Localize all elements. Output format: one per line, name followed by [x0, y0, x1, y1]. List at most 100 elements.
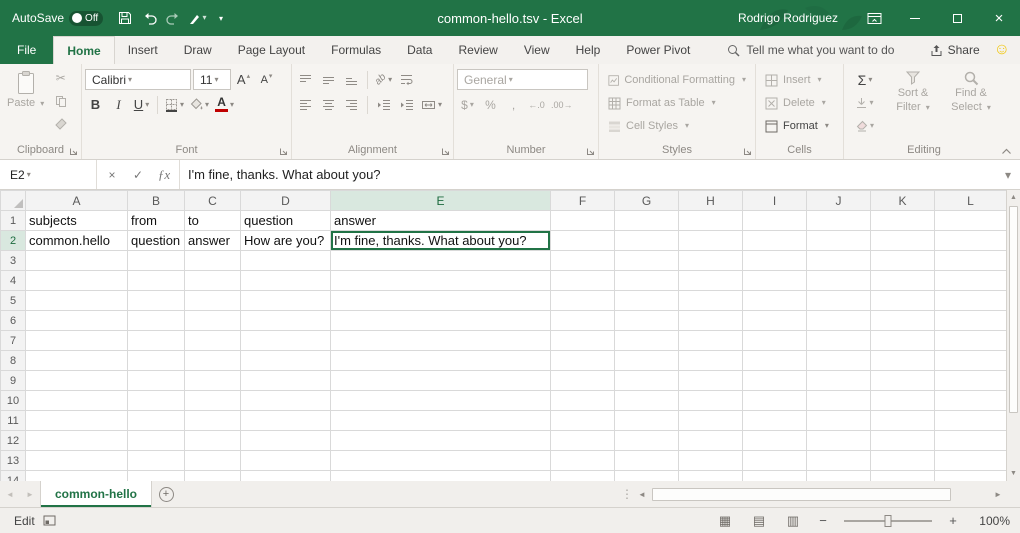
- user-name[interactable]: Rodrigo Rodriguez: [738, 11, 838, 25]
- row-header-7[interactable]: 7: [1, 331, 26, 351]
- cell-C2[interactable]: answer: [185, 231, 241, 251]
- cell-H3[interactable]: [679, 251, 743, 271]
- cell-F10[interactable]: [551, 391, 615, 411]
- formula-bar-expand-button[interactable]: ▾: [996, 160, 1020, 189]
- row-header-14[interactable]: 14: [1, 471, 26, 482]
- cell-G9[interactable]: [615, 371, 679, 391]
- collapse-ribbon-button[interactable]: [1001, 148, 1012, 155]
- row-header-1[interactable]: 1: [1, 211, 26, 231]
- cell-H14[interactable]: [679, 471, 743, 482]
- cell-E5[interactable]: [331, 291, 551, 311]
- cell-F11[interactable]: [551, 411, 615, 431]
- cell-C8[interactable]: [185, 351, 241, 371]
- cell-K9[interactable]: [871, 371, 935, 391]
- comma-style-button[interactable]: ,: [503, 94, 524, 115]
- cell-D11[interactable]: [241, 411, 331, 431]
- hscroll-right-button[interactable]: ►: [990, 490, 1006, 499]
- cell-G1[interactable]: [615, 211, 679, 231]
- cell-H13[interactable]: [679, 451, 743, 471]
- hscroll-left-button[interactable]: ◄: [634, 490, 650, 499]
- cell-G8[interactable]: [615, 351, 679, 371]
- ribbon-display-options-button[interactable]: [854, 0, 894, 36]
- column-header-C[interactable]: C: [185, 191, 241, 211]
- cell-J11[interactable]: [807, 411, 871, 431]
- cell-F13[interactable]: [551, 451, 615, 471]
- column-header-I[interactable]: I: [743, 191, 807, 211]
- cell-L1[interactable]: [935, 211, 1007, 231]
- cell-I1[interactable]: [743, 211, 807, 231]
- cell-G3[interactable]: [615, 251, 679, 271]
- cell-G4[interactable]: [615, 271, 679, 291]
- cell-I6[interactable]: [743, 311, 807, 331]
- cell-L9[interactable]: [935, 371, 1007, 391]
- cell-E3[interactable]: [331, 251, 551, 271]
- row-header-13[interactable]: 13: [1, 451, 26, 471]
- fill-button[interactable]: ▾: [847, 92, 883, 113]
- tab-splitter-handle[interactable]: ⋮: [620, 481, 634, 507]
- cell-I5[interactable]: [743, 291, 807, 311]
- cell-H11[interactable]: [679, 411, 743, 431]
- cell-K3[interactable]: [871, 251, 935, 271]
- tab-formulas[interactable]: Formulas: [318, 36, 394, 64]
- cell-J12[interactable]: [807, 431, 871, 451]
- column-header-F[interactable]: F: [551, 191, 615, 211]
- cell-E13[interactable]: [331, 451, 551, 471]
- cell-K8[interactable]: [871, 351, 935, 371]
- cell-F6[interactable]: [551, 311, 615, 331]
- find-select-button[interactable]: Find & Select ▾: [943, 67, 999, 143]
- cell-I12[interactable]: [743, 431, 807, 451]
- cell-I3[interactable]: [743, 251, 807, 271]
- cell-L13[interactable]: [935, 451, 1007, 471]
- zoom-in-button[interactable]: +: [944, 513, 962, 528]
- cell-G13[interactable]: [615, 451, 679, 471]
- insert-cells-button[interactable]: Insert ▾: [759, 69, 840, 91]
- close-button[interactable]: ×: [978, 0, 1020, 36]
- vertical-scroll-thumb[interactable]: [1009, 206, 1018, 413]
- tab-insert[interactable]: Insert: [115, 36, 171, 64]
- redo-button[interactable]: [161, 5, 185, 31]
- cell-J8[interactable]: [807, 351, 871, 371]
- cell-E9[interactable]: [331, 371, 551, 391]
- column-header-J[interactable]: J: [807, 191, 871, 211]
- align-bottom-button[interactable]: [341, 69, 362, 90]
- cell-C12[interactable]: [185, 431, 241, 451]
- cell-K12[interactable]: [871, 431, 935, 451]
- tab-review[interactable]: Review: [445, 36, 510, 64]
- decrease-indent-button[interactable]: [373, 94, 394, 115]
- cell-K10[interactable]: [871, 391, 935, 411]
- cell-J6[interactable]: [807, 311, 871, 331]
- italic-button[interactable]: I: [108, 94, 129, 115]
- cell-E12[interactable]: [331, 431, 551, 451]
- maximize-button[interactable]: [936, 0, 978, 36]
- cell-A3[interactable]: [26, 251, 128, 271]
- tab-view[interactable]: View: [511, 36, 563, 64]
- minimize-button[interactable]: [894, 0, 936, 36]
- format-cells-button[interactable]: Format ▾: [759, 115, 840, 137]
- cell-G5[interactable]: [615, 291, 679, 311]
- bold-button[interactable]: B: [85, 94, 106, 115]
- cell-F1[interactable]: [551, 211, 615, 231]
- font-size-combo[interactable]: 11▾: [193, 69, 231, 90]
- clear-button[interactable]: ▾: [847, 115, 883, 136]
- clipboard-dialog-launcher[interactable]: [69, 147, 78, 156]
- cell-D7[interactable]: [241, 331, 331, 351]
- cell-B5[interactable]: [128, 291, 185, 311]
- cell-J9[interactable]: [807, 371, 871, 391]
- cell-L8[interactable]: [935, 351, 1007, 371]
- scroll-up-button[interactable]: ▲: [1007, 190, 1020, 205]
- align-center-button[interactable]: [318, 94, 339, 115]
- paste-button[interactable]: Paste ▾: [3, 67, 48, 143]
- cell-A6[interactable]: [26, 311, 128, 331]
- cell-L12[interactable]: [935, 431, 1007, 451]
- cell-I10[interactable]: [743, 391, 807, 411]
- cell-D12[interactable]: [241, 431, 331, 451]
- cell-C5[interactable]: [185, 291, 241, 311]
- cell-K11[interactable]: [871, 411, 935, 431]
- row-header-8[interactable]: 8: [1, 351, 26, 371]
- row-header-5[interactable]: 5: [1, 291, 26, 311]
- cell-G11[interactable]: [615, 411, 679, 431]
- conditional-formatting-button[interactable]: Conditional Formatting ▾: [602, 69, 752, 91]
- sheet-nav-right-button[interactable]: ►: [20, 481, 40, 507]
- cell-C4[interactable]: [185, 271, 241, 291]
- cell-K2[interactable]: [871, 231, 935, 251]
